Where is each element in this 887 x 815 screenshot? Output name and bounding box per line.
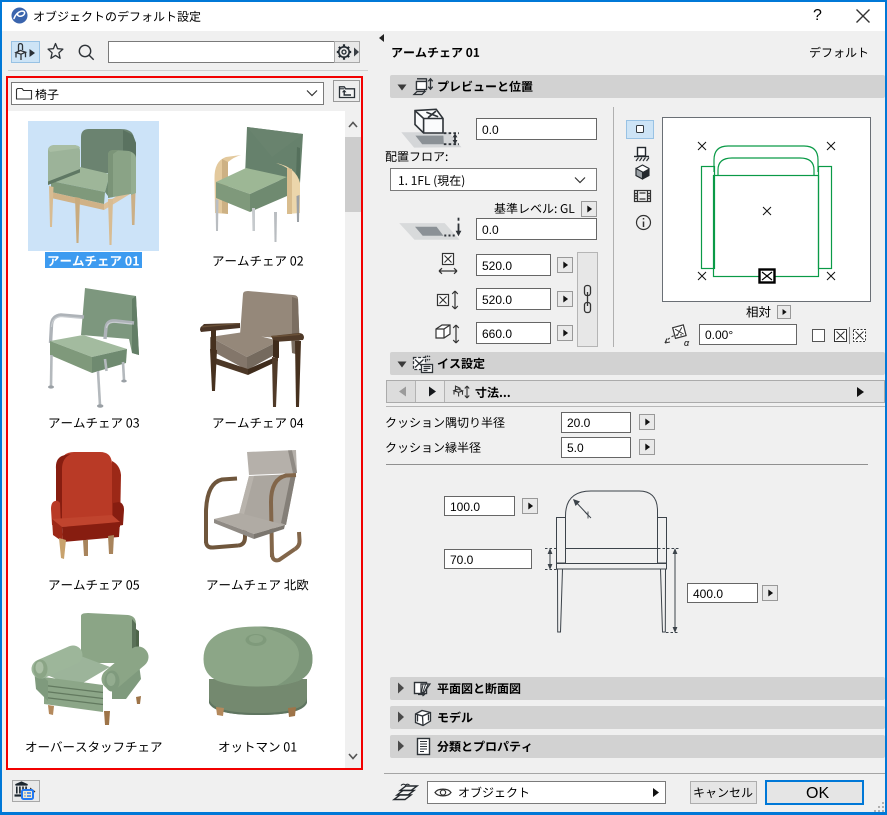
svg-text:α: α (684, 338, 690, 348)
